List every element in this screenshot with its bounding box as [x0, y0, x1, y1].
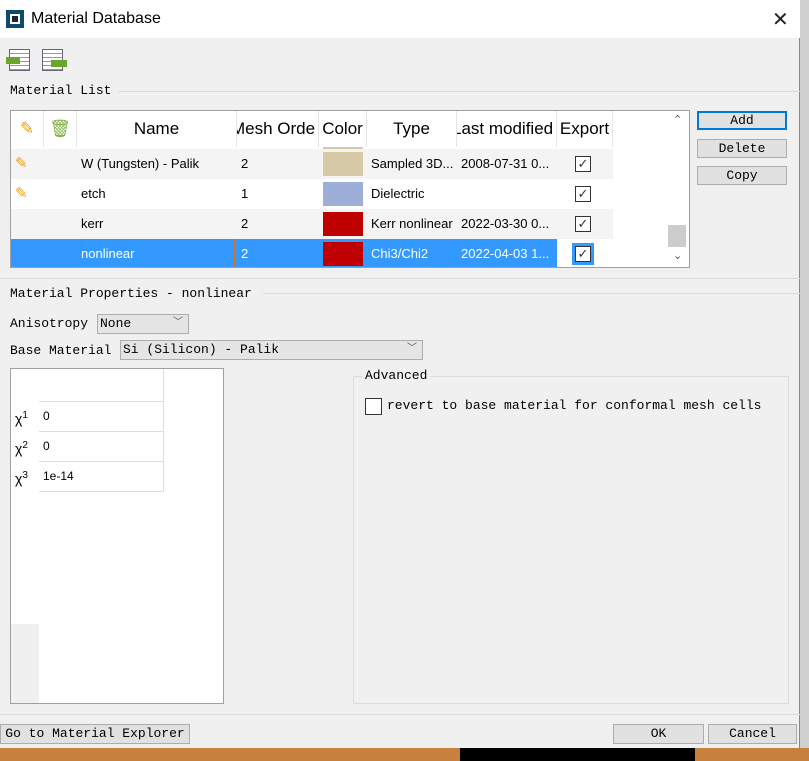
mesh-order: 1	[241, 186, 249, 201]
color-swatch[interactable]	[323, 152, 363, 176]
divider	[118, 91, 800, 92]
last-modified: 2008-07-31 0...	[461, 156, 550, 171]
anisotropy-label: Anisotropy	[10, 316, 89, 331]
advanced-group	[353, 376, 789, 704]
close-icon[interactable]: ✕	[772, 7, 789, 32]
header-export[interactable]: Export	[557, 111, 613, 147]
header-edit: ✎	[11, 111, 44, 147]
pencil-icon[interactable]: ✎	[15, 179, 28, 209]
material-type: Chi3/Chi2	[371, 246, 429, 261]
chi-value-cell[interactable]: 0	[39, 402, 164, 432]
copy-button[interactable]: Copy	[697, 166, 787, 185]
anisotropy-value: None	[100, 316, 132, 331]
divider	[0, 714, 800, 715]
revert-checkbox[interactable]	[365, 398, 382, 415]
header-color[interactable]: Color	[319, 111, 367, 147]
material-table: ✎ 🗑 Name Mesh Orde Color Type Last modif…	[10, 110, 690, 268]
color-swatch[interactable]	[323, 182, 363, 206]
scroll-up-icon[interactable]: ⌃	[673, 113, 682, 126]
export-checkbox[interactable]: ✓	[575, 156, 591, 172]
color-swatch[interactable]	[323, 242, 363, 266]
last-modified: 2022-04-03 1...	[461, 246, 550, 261]
chi-value-cell[interactable]: 1e-14	[39, 462, 164, 492]
mesh-order: 2	[241, 156, 249, 171]
table-row[interactable]: nonlinear 2 Chi3/Chi2 2022-04-03 1... ✓	[11, 239, 613, 267]
material-database-dialog: Material Database ✕ Material List ✎ 🗑 Na…	[0, 0, 800, 748]
chi-row-label: χ3	[15, 470, 39, 487]
divider	[0, 278, 800, 279]
export-cell: ✓	[557, 149, 613, 179]
chi-value-cell[interactable]: 0	[39, 432, 164, 462]
chi-order: 1	[22, 410, 28, 421]
export-cell: ✓	[557, 239, 613, 267]
material-name: nonlinear	[81, 239, 235, 267]
header-name[interactable]: Name	[77, 111, 237, 147]
base-material-value: Si (Silicon) - Palik	[123, 342, 280, 357]
material-type: Dielectric	[371, 186, 425, 201]
header-delete: 🗑	[44, 111, 77, 147]
mesh-order: 2	[241, 216, 249, 231]
ok-button[interactable]: OK	[613, 724, 704, 744]
base-material-label: Base Material	[10, 343, 112, 358]
last-modified: 2022-03-30 0...	[461, 216, 550, 231]
table-row[interactable]: ✎ etch 1 Dielectric ✓	[11, 179, 613, 209]
delete-button[interactable]: Delete	[697, 139, 787, 158]
app-icon	[6, 10, 24, 28]
header-last-modified[interactable]: Last modified	[457, 111, 557, 147]
material-name: W (Tungsten) - Palik	[81, 156, 199, 171]
revert-label[interactable]: revert to base material for conformal me…	[387, 398, 761, 413]
export-checkbox[interactable]: ✓	[575, 216, 591, 232]
material-properties-label: Material Properties - nonlinear	[10, 286, 252, 301]
export-table-icon[interactable]	[42, 49, 67, 71]
material-list-label: Material List	[10, 83, 112, 98]
anisotropy-select[interactable]: None ﹀	[97, 314, 189, 334]
header-mesh-order[interactable]: Mesh Orde	[237, 111, 319, 147]
chi-table: χ1 0 χ2 0 χ3 1e-14	[10, 368, 224, 704]
base-material-select[interactable]: Si (Silicon) - Palik ﹀	[120, 340, 423, 360]
advanced-label: Advanced	[362, 368, 431, 383]
last-modified	[461, 179, 555, 209]
background-app	[800, 0, 809, 761]
title-bar: Material Database ✕	[0, 0, 800, 38]
color-swatch[interactable]	[323, 212, 363, 236]
material-name: etch	[81, 186, 106, 201]
scroll-down-icon[interactable]: ⌄	[673, 249, 682, 262]
chi-order: 3	[22, 470, 28, 481]
header-type[interactable]: Type	[367, 111, 457, 147]
chevron-down-icon: ﹀	[407, 344, 417, 355]
chi-row-label: χ2	[15, 440, 39, 457]
table-row[interactable]: kerr 2 Kerr nonlinear 2022-03-30 0... ✓	[11, 209, 613, 239]
pencil-icon[interactable]: ✎	[15, 149, 28, 179]
chi-order: 2	[22, 440, 28, 451]
divider	[263, 293, 800, 294]
chevron-down-icon: ﹀	[173, 318, 183, 329]
go-to-material-explorer-button[interactable]: Go to Material Explorer	[0, 724, 190, 744]
add-button[interactable]: Add	[697, 111, 787, 130]
scrollbar[interactable]: ⌃ ⌄	[666, 111, 689, 267]
export-cell: ✓	[557, 209, 613, 239]
material-name: kerr	[81, 216, 104, 231]
import-table-icon[interactable]	[6, 49, 30, 71]
material-type: Kerr nonlinear	[371, 216, 453, 231]
export-checkbox[interactable]: ✓	[575, 186, 591, 202]
chi-row-label: χ1	[15, 410, 39, 427]
scroll-thumb[interactable]	[668, 225, 686, 247]
cancel-button[interactable]: Cancel	[708, 724, 797, 744]
material-type: Sampled 3D...	[371, 156, 454, 171]
background-app-dark	[460, 748, 695, 761]
export-cell: ✓	[557, 179, 613, 209]
table-row[interactable]: ✎ W (Tungsten) - Palik 2 Sampled 3D... 2008-…	[11, 149, 613, 179]
mesh-order: 2	[241, 246, 249, 261]
export-checkbox[interactable]: ✓	[572, 243, 594, 265]
window-title: Material Database	[31, 10, 161, 27]
